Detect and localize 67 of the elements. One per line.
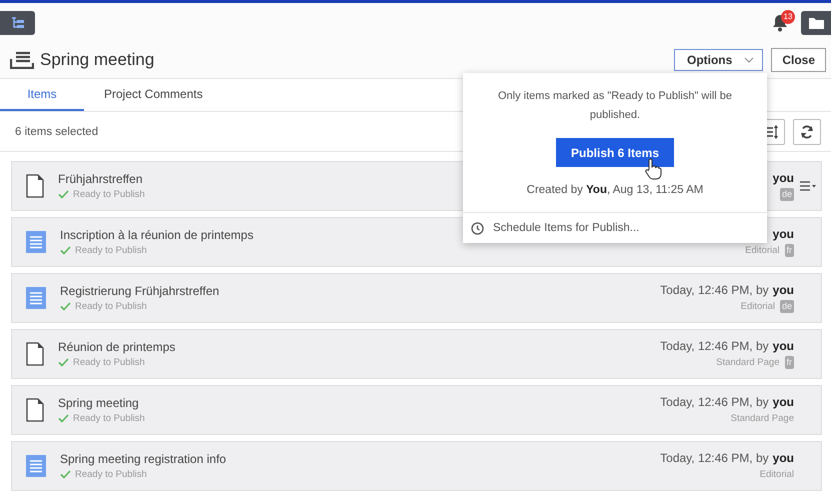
item-status: Ready to Publish — [73, 189, 145, 200]
language-tag: fr — [784, 244, 794, 257]
item-name: Frühjahrstreffen — [58, 172, 144, 186]
language-tag: fr — [784, 356, 794, 369]
modified-time: Today, 12:46 PM, by — [660, 394, 769, 408]
modified-time: Today, 12:46 PM, by — [660, 450, 769, 464]
options-button[interactable]: Options — [674, 49, 764, 71]
item-row[interactable]: Spring meeting Ready to Publish Today, 12:46 PM, by you Standard Page — [11, 385, 822, 435]
project-title: Spring meeting — [40, 50, 154, 70]
language-tag: de — [780, 188, 794, 201]
item-row[interactable]: Spring meeting registration info Ready to Publish Today, 12:46 PM, by you Editorial — [11, 441, 822, 491]
hand-cursor-icon — [644, 158, 662, 180]
check-icon — [60, 470, 71, 479]
page-icon — [26, 342, 44, 366]
content-type: Standard Page — [716, 357, 780, 368]
refresh-icon — [800, 124, 814, 138]
item-status: Ready to Publish — [73, 413, 145, 424]
item-name: Spring meeting registration info — [60, 452, 228, 466]
refresh-button[interactable] — [793, 118, 821, 144]
item-name: Registrierung Frühjahrstreffen — [60, 284, 220, 298]
modified-by: you — [772, 226, 794, 240]
close-button[interactable]: Close — [771, 48, 826, 72]
language-tag: de — [780, 300, 794, 313]
item-name: Inscription à la réunion de printemps — [60, 228, 254, 242]
content-type: Standard Page — [730, 413, 794, 424]
item-name: Réunion de printemps — [58, 340, 176, 354]
item-status: Ready to Publish — [75, 245, 147, 256]
document-icon — [26, 231, 46, 253]
item-name: Spring meeting — [58, 396, 140, 410]
item-status: Ready to Publish — [75, 469, 147, 480]
folder-icon — [808, 16, 824, 28]
content-type: Editorial — [740, 301, 775, 312]
folder-button[interactable] — [801, 10, 831, 34]
content-type: Editorial — [760, 469, 794, 480]
item-row[interactable]: Registrierung Frühjahrstreffen Ready to Publish Today, 12:46 PM, by you Editorial de — [11, 273, 822, 323]
tab[interactable]: Project Comments — [84, 79, 223, 111]
selection-count: 6 items selected — [15, 126, 98, 138]
row-menu-icon[interactable] — [800, 181, 816, 191]
modified-by: you — [772, 450, 794, 464]
document-icon — [26, 287, 46, 309]
notification-badge: 13 — [781, 10, 795, 24]
check-icon — [58, 190, 69, 199]
check-icon — [58, 414, 69, 423]
modified-by: you — [772, 282, 794, 296]
page-icon — [26, 398, 44, 422]
page-icon — [26, 174, 44, 198]
structure-button[interactable] — [0, 10, 35, 34]
clock-icon — [471, 222, 484, 234]
modified-by: you — [772, 338, 794, 352]
check-icon — [60, 246, 71, 255]
tree-icon — [10, 16, 24, 28]
check-icon — [60, 302, 71, 311]
modified-time: Today, 12:46 PM, by — [660, 338, 769, 352]
modified-time: Today, 12:46 PM, by — [660, 282, 769, 296]
check-icon — [58, 358, 69, 367]
chevron-down-icon — [744, 57, 754, 63]
tab[interactable]: Items — [0, 79, 84, 111]
content-type: Editorial — [745, 245, 780, 256]
item-status: Ready to Publish — [73, 357, 145, 368]
item-status: Ready to Publish — [75, 301, 147, 312]
publish-note: Only items marked as "Ready to Publish" will be published. — [496, 89, 733, 123]
created-info: Created by You, Aug 13, 11:25 AM — [526, 184, 704, 196]
document-icon — [26, 455, 46, 477]
modified-by: you — [772, 170, 794, 184]
item-row[interactable]: Réunion de printemps Ready to Publish Today, 12:46 PM, by you Standard Page fr — [11, 329, 822, 379]
modified-by: you — [772, 394, 794, 408]
project-icon — [10, 51, 34, 69]
